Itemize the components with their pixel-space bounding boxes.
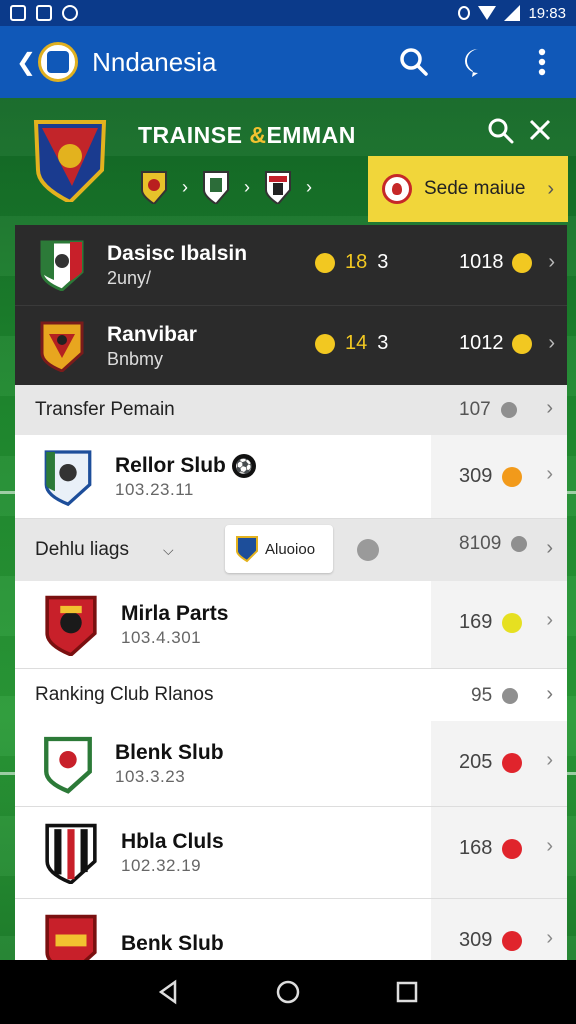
chevron-right-icon: › — [546, 835, 553, 857]
coin-icon — [315, 252, 335, 273]
recents-nav-icon[interactable] — [393, 978, 421, 1006]
club-badge-icon — [45, 823, 97, 884]
club-badge-icon[interactable] — [202, 170, 230, 204]
club-badge-icon — [44, 736, 92, 794]
stat-value: 14 — [345, 332, 368, 354]
system-nav-bar — [0, 960, 576, 1024]
club-row[interactable]: Mirla Parts 103.4.301 169 › — [15, 581, 567, 669]
match-badges: › › › — [140, 170, 312, 204]
club-value: 205 — [459, 751, 493, 773]
points-value: 1012 — [459, 332, 504, 354]
club-row[interactable]: Rellor Slub ⚽ 103.23.11 309 › — [15, 435, 567, 519]
coin-icon — [502, 930, 523, 951]
wifi-icon — [478, 6, 497, 20]
signal-icon — [504, 5, 521, 21]
alarm-icon — [458, 6, 471, 20]
club-logo-icon — [382, 174, 412, 204]
stat-value: 18 — [345, 251, 368, 273]
hero-title: TRAINSE &EMMAN — [138, 122, 356, 148]
coin-icon — [511, 333, 532, 354]
settings-icon[interactable] — [357, 539, 379, 561]
chevron-right-icon: › — [546, 683, 553, 705]
info-icon — [502, 688, 519, 704]
club-badge-icon[interactable] — [140, 170, 168, 204]
chevron-right-icon: › — [546, 463, 553, 485]
chevron-right-icon: › — [182, 176, 188, 197]
close-icon[interactable] — [528, 118, 552, 147]
stat-count: 3 — [377, 251, 389, 273]
app-logo — [38, 42, 79, 82]
app-bar: ❮ Nndanesia — [0, 26, 576, 98]
club-row[interactable]: Hbla Cluls 102.32.19 168 › — [15, 807, 567, 899]
chevron-right-icon: › — [547, 177, 554, 200]
league-badge-icon — [236, 536, 258, 563]
status-time: 19:83 — [528, 4, 566, 22]
transfer-section-header[interactable]: Transfer Pemain 107 › — [15, 385, 567, 435]
filter-value: 8109 — [459, 533, 502, 554]
football-icon: ⚽ — [231, 453, 256, 478]
section-title: Transfer Pemain — [35, 399, 175, 420]
chevron-right-icon: › — [546, 397, 553, 419]
coin-icon — [502, 752, 523, 773]
home-nav-icon[interactable] — [274, 978, 302, 1006]
notification-icon — [36, 5, 52, 21]
content-panel: Dasisc Ibalsin 2uny/ 18 3 1018 › Ranviba… — [15, 225, 567, 960]
back-nav-icon[interactable] — [155, 978, 183, 1006]
chevron-right-icon: › — [244, 176, 250, 197]
chevron-down-icon[interactable]: ⌵ — [163, 542, 174, 559]
club-value: 309 — [459, 465, 493, 487]
section-value: 95 — [471, 685, 493, 706]
coin-icon — [502, 466, 523, 487]
coin-icon — [511, 252, 532, 273]
club-badge-icon — [45, 595, 97, 656]
club-badge-icon — [40, 321, 84, 372]
chat-icon[interactable] — [460, 44, 496, 80]
club-row[interactable]: Benk Slub 309 › — [15, 899, 567, 960]
coin-icon — [502, 612, 523, 633]
club-value: 169 — [459, 611, 493, 633]
club-badge-icon — [44, 449, 92, 506]
match-row[interactable]: Dasisc Ibalsin 2uny/ 18 3 1018 › — [15, 225, 567, 305]
search-icon[interactable] — [396, 44, 432, 80]
info-icon — [511, 536, 528, 552]
chevron-right-icon: › — [546, 537, 553, 559]
points-value: 1018 — [459, 251, 504, 273]
club-badge-icon — [45, 914, 97, 960]
league-filter-row: Dehlu liags ⌵ Aluoioo 8109 › — [15, 519, 567, 581]
coin-icon — [502, 838, 523, 859]
more-options-icon[interactable] — [524, 44, 560, 80]
chevron-right-icon: › — [548, 332, 555, 354]
section-title: Ranking Club Rlanos — [35, 684, 214, 705]
info-icon — [500, 402, 517, 418]
back-arrow-icon[interactable]: ❮ — [16, 48, 36, 77]
chevron-right-icon: › — [306, 176, 312, 197]
stat-count: 3 — [377, 332, 389, 354]
chevron-right-icon: › — [546, 609, 553, 631]
status-bar: 19:83 — [0, 0, 576, 26]
cta-label: Sede maiue — [424, 178, 526, 199]
club-value: 309 — [459, 929, 493, 951]
coin-icon — [315, 333, 335, 354]
featured-cta-button[interactable]: Sede maiue › — [368, 156, 568, 222]
filter-label: Dehlu liags — [35, 539, 129, 560]
hero-search-icon[interactable] — [488, 118, 514, 149]
chip-label: Aluoioo — [265, 540, 316, 558]
chevron-right-icon: › — [546, 927, 553, 949]
league-chip[interactable]: Aluoioo — [225, 525, 333, 573]
app-title: Nndanesia — [92, 46, 217, 77]
app-notification-icon — [62, 5, 78, 21]
section-value: 107 — [459, 399, 491, 420]
mail-icon — [10, 5, 26, 21]
ranking-section-header[interactable]: Ranking Club Rlanos 95 › — [15, 669, 567, 721]
featured-club-crest — [33, 120, 107, 202]
club-row[interactable]: Blenk Slub 103.3.23 205 › — [15, 721, 567, 807]
chevron-right-icon: › — [546, 749, 553, 771]
club-badge-icon[interactable] — [264, 170, 292, 204]
club-value: 168 — [459, 837, 493, 859]
chevron-right-icon: › — [548, 251, 555, 273]
club-badge-icon — [40, 240, 84, 291]
match-row[interactable]: Ranvibar Bnbmy 14 3 1012 › — [15, 305, 567, 385]
featured-header: TRAINSE &EMMAN › › › Sede maiue › — [0, 98, 576, 226]
